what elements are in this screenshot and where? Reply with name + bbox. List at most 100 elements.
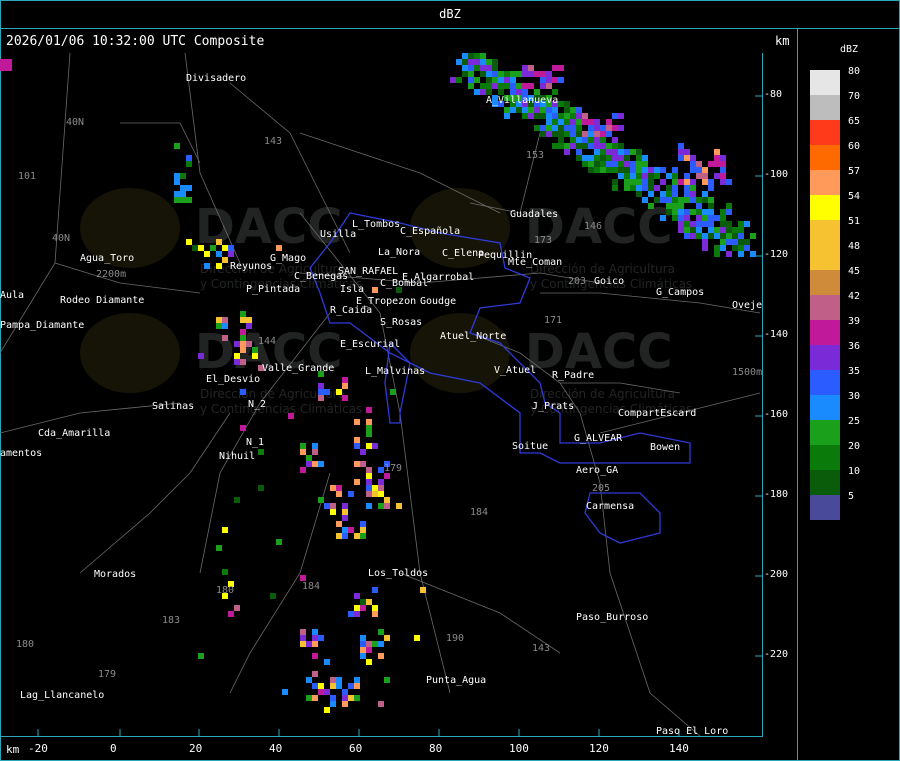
x-axis: km -20 0 20 40 60 80 100 120 140 [0, 737, 797, 761]
road-label: 40N [52, 233, 70, 244]
legend-swatch [810, 445, 840, 470]
place-label: V_Atuel [494, 365, 536, 376]
road-label: 144 [258, 336, 276, 347]
y-tick-label: -140 [764, 329, 789, 340]
legend-swatch [810, 195, 840, 220]
place-label: Nihuil [219, 451, 255, 462]
road-label: 179 [384, 463, 402, 474]
place-label: Reyunos [230, 261, 272, 272]
place-label: Paso_Burroso [576, 612, 648, 623]
legend-title: dBZ [840, 44, 859, 55]
place-label: Punta_Agua [426, 675, 486, 686]
road-label: 190 [446, 633, 464, 644]
road-label: 143 [264, 136, 282, 147]
x-tick-label: -20 [28, 742, 48, 755]
place-label: amentos [0, 448, 42, 459]
x-tick-label: 120 [589, 742, 609, 755]
place-label: L_Malvinas [365, 366, 425, 377]
legend-swatch [810, 295, 840, 320]
watermark-text: DACC [195, 199, 342, 255]
place-label: CompartEscard [618, 408, 696, 419]
legend-swatch [810, 170, 840, 195]
place-label: P_Pintada [246, 284, 300, 295]
legend-label: 36 [848, 341, 861, 352]
road-label: 1500m [732, 367, 762, 378]
place-label: S_Rosas [380, 317, 422, 328]
watermark-text: DACC [525, 324, 672, 380]
legend-label: 10 [848, 466, 861, 477]
place-label: Paso_El_Loro [656, 726, 728, 736]
title-bar: dBZ [0, 0, 900, 29]
legend-swatch [810, 370, 840, 395]
place-label: Soitue [512, 441, 548, 452]
road-label: 184 [302, 581, 320, 592]
watermark-subtitle: Dirección de Agricultura [530, 387, 675, 401]
legend-swatch [810, 220, 840, 245]
place-label: Goudge [420, 296, 456, 307]
legend-label: 54 [848, 191, 861, 202]
legend-label: 60 [848, 141, 861, 152]
road-label: 184 [470, 507, 488, 518]
legend-label: 5 [848, 491, 855, 502]
place-label: Salinas [152, 401, 194, 412]
place-label: C_Bombal [380, 278, 428, 289]
legend-swatch [810, 145, 840, 170]
legend-swatch [810, 470, 840, 495]
legend-swatch [810, 420, 840, 445]
x-tick-label: 60 [349, 742, 363, 755]
legend-label: 42 [848, 291, 861, 302]
x-axis-unit: km [6, 743, 20, 756]
place-label: R_Padre [552, 370, 594, 381]
place-label: La_Nora [378, 247, 420, 258]
place-label: Lag_Llancanelo [20, 690, 104, 701]
place-label: Rodeo Diamante [60, 295, 144, 306]
radar-map[interactable]: DACC Dirección de Agricultura y Contingenc… [0, 52, 763, 737]
legend-label: 20 [848, 441, 861, 452]
road-label: 171 [544, 315, 562, 326]
legend-swatch [810, 395, 840, 420]
legend-label: 51 [848, 216, 861, 227]
place-label: A_Villanueva [486, 95, 558, 106]
y-tick-label: -120 [764, 249, 789, 260]
place-label: Valle_Grande [262, 363, 334, 374]
place-label: Divisadero [186, 73, 246, 84]
x-tick-label: 140 [669, 742, 689, 755]
place-label: C_Española [400, 226, 460, 237]
road-label: 2200m [96, 269, 126, 280]
legend-swatch [810, 70, 840, 95]
place-label: Aero_GA [576, 465, 618, 476]
place-label: Usilla [320, 229, 356, 240]
place-label: L_Tombos [352, 219, 400, 230]
road-label: 146 [584, 221, 602, 232]
legend-swatch [810, 320, 840, 345]
map-canvas[interactable]: DACC Dirección de Agricultura y Contingenc… [0, 52, 762, 737]
place-label: Oveje [732, 300, 762, 311]
place-label: Pampa_Diamante [0, 320, 84, 331]
road-label: 180 [16, 639, 34, 650]
place-label: Atuel_Norte [440, 331, 506, 342]
place-label: G_ALVEAR [574, 433, 623, 444]
road-label: 173 [534, 235, 552, 246]
place-label: Agua_Toro [80, 253, 134, 264]
legend-label: 48 [848, 241, 861, 252]
legend-swatch [810, 120, 840, 145]
legend-label: 45 [848, 266, 861, 277]
y-tick-label: -220 [764, 649, 789, 660]
place-label: Los_Toldos [368, 568, 428, 579]
legend-swatch [810, 270, 840, 295]
place-label: G_Mago [270, 253, 306, 264]
place-label: El_Desvio [206, 374, 260, 385]
legend-label: 35 [848, 366, 861, 377]
y-tick-label: -80 [764, 89, 783, 100]
legend-label: 30 [848, 391, 861, 402]
legend-swatch [810, 95, 840, 120]
place-label: Bowen [650, 442, 680, 453]
road-label: 101 [18, 171, 36, 182]
y-tick-label: -100 [764, 169, 789, 180]
place-label: Guadales [510, 209, 558, 220]
road-label: 179 [98, 669, 116, 680]
place-label: Morados [94, 569, 136, 580]
y-tick-label: -200 [764, 569, 789, 580]
place-label: SAN_RAFAEL [338, 266, 398, 277]
place-label: G_Campos [656, 287, 704, 298]
